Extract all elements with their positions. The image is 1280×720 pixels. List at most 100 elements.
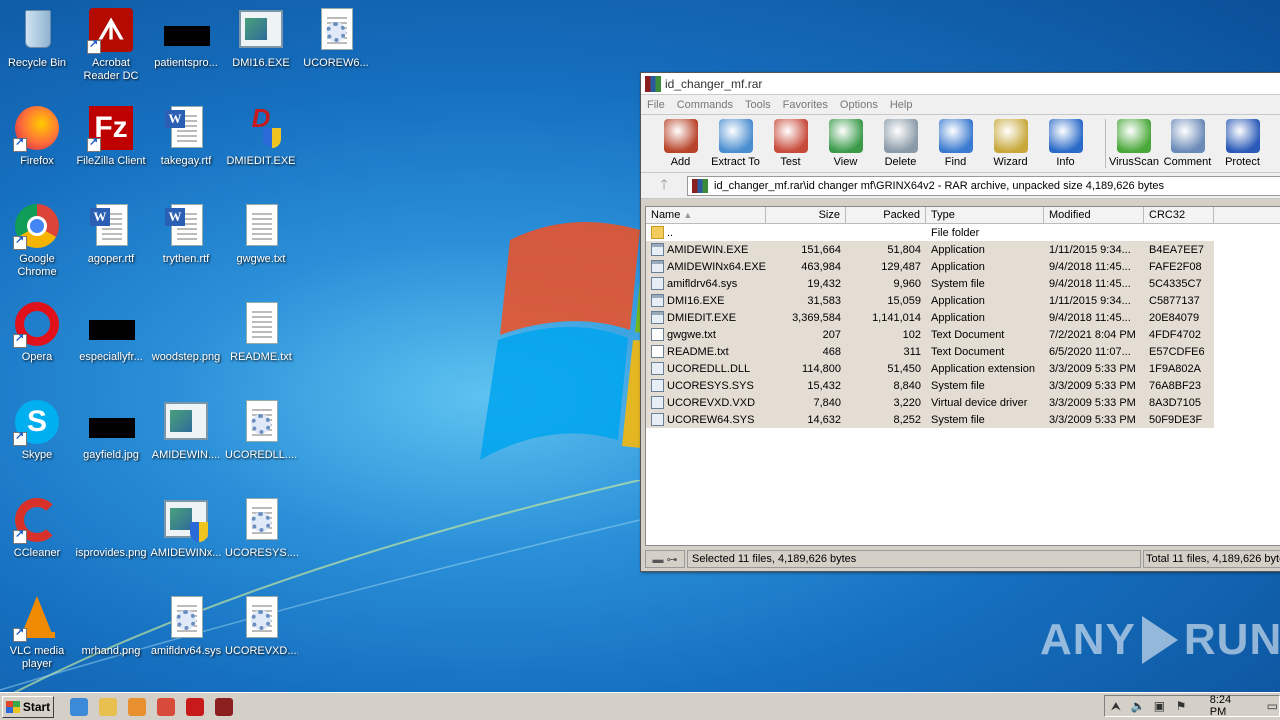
desktop-icon[interactable]: Firefox [0, 104, 74, 168]
file-row[interactable]: UCOREDLL.DLL 114,800 51,450 Application ext… [646, 360, 1214, 377]
column-header-name[interactable]: Name ▲ [646, 207, 766, 223]
desktop-icon[interactable]: Fz FileZilla Client [74, 104, 148, 168]
file-row[interactable]: UCORESYS.SYS 15,432 8,840 System file 3/3/20… [646, 377, 1214, 394]
toolbar-find-button[interactable]: Find [928, 119, 983, 168]
desktop-icon[interactable]: S Skype [0, 398, 74, 462]
desktop-icon[interactable]: gayfield.jpg [74, 398, 148, 462]
explorer-icon[interactable] [99, 697, 117, 716]
desktop-icon-label: trythen.rtf [162, 253, 210, 265]
file-row[interactable]: UCOREVXD.VXD 7,840 3,220 Virtual device dri… [646, 394, 1214, 411]
menu-file[interactable]: File [647, 99, 665, 111]
ie-icon[interactable] [70, 697, 88, 716]
desktop-icon[interactable]: Opera [0, 300, 74, 364]
toolbar-protect-button[interactable]: Protect [1215, 119, 1270, 168]
desktop-icon-label: Acrobat Reader DC [83, 57, 139, 82]
desktop-icon[interactable]: ᗑ Acrobat Reader DC [74, 6, 148, 83]
show-desktop-icon[interactable]: ▭ [1265, 699, 1279, 713]
column-header-size[interactable]: Size [766, 207, 846, 223]
desktop-icon[interactable]: Wtakegay.rtf [149, 104, 223, 168]
toolbar-comment-button[interactable]: Comment [1160, 119, 1215, 168]
media-player-icon[interactable] [128, 697, 146, 716]
cell-crc: 1F9A802A [1149, 362, 1201, 375]
cell-packed: 51,804 [887, 243, 921, 256]
file-row[interactable]: .. File folder [646, 224, 1280, 241]
file-row[interactable]: gwgwe.txt 207 102 Text Document 7/2/2021 8:0… [646, 326, 1214, 343]
file-row[interactable]: DMI16.EXE 31,583 15,059 Application 1/11/201… [646, 292, 1214, 309]
volume-icon[interactable]: 🔈 [1131, 699, 1146, 713]
vlc-icon [13, 594, 61, 642]
windows-flag-icon [5, 700, 20, 713]
column-header-modified[interactable]: Modified [1044, 207, 1144, 223]
desktop-icon[interactable]: VLC media player [0, 594, 74, 671]
desktop-icon[interactable]: Wagoper.rtf [74, 202, 148, 266]
desktop-icon[interactable]: AMIDEWINx... [149, 496, 223, 560]
column-header-type[interactable]: Type [926, 207, 1044, 223]
cell-crc: 5C4335C7 [1149, 277, 1202, 290]
desktop-icon[interactable]: gwgwe.txt [224, 202, 298, 266]
chrome-icon[interactable] [157, 697, 175, 716]
desktop-icon[interactable]: UCOREW6... [299, 6, 373, 70]
start-button[interactable]: Start [2, 695, 54, 718]
up-arrow-icon[interactable]: 🡑 [641, 174, 687, 198]
desktop-icon[interactable]: DMI16.EXE [224, 6, 298, 70]
desktop-icon[interactable]: AMIDEWIN.... [149, 398, 223, 462]
protect-shield-icon [1225, 119, 1260, 153]
network-icon[interactable]: ▣ [1153, 699, 1167, 713]
file-row[interactable]: README.txt 468 311 Text Document 6/5/2020 11… [646, 343, 1214, 360]
desktop-icon[interactable]: woodstep.png [149, 300, 223, 364]
desktop-icon[interactable]: Recycle Bin [0, 6, 74, 70]
menu-bar: File Commands Tools Favorites Options He… [641, 95, 1280, 115]
toolbar-virusscan-button[interactable]: VirusScan [1105, 119, 1160, 168]
toolbar-delete-button[interactable]: Delete [873, 119, 928, 168]
menu-tools[interactable]: Tools [745, 99, 771, 111]
file-row[interactable]: UCOREW64.SYS 14,632 8,252 System file 3/3/20… [646, 411, 1214, 428]
desktop-icon[interactable]: mrhand.png [74, 594, 148, 658]
file-row[interactable]: amifldrv64.sys 19,432 9,960 System file 9/4/… [646, 275, 1214, 292]
desktop-icon[interactable]: D DMIEDIT.EXE [224, 104, 298, 168]
desktop-icon[interactable]: patientspro... [149, 6, 223, 70]
file-row[interactable]: AMIDEWIN.EXE 151,664 51,804 Application 1/11… [646, 241, 1214, 258]
desktop-icon-label: woodstep.png [151, 351, 221, 363]
menu-options[interactable]: Options [840, 99, 878, 111]
window-titlebar[interactable]: id_changer_mf.rar [641, 73, 1280, 95]
menu-commands[interactable]: Commands [677, 99, 733, 111]
toolbar-test-button[interactable]: Test [763, 119, 818, 168]
menu-favorites[interactable]: Favorites [783, 99, 828, 111]
file-list[interactable]: Name ▲ Size Packed Type Modified CRC32 .… [645, 206, 1280, 546]
desktop-icon-label: UCORESYS.... [225, 547, 298, 559]
toolbar-view-button[interactable]: View [818, 119, 873, 168]
cell-modified: 7/2/2021 8:04 PM [1049, 328, 1136, 341]
cell-modified: 3/3/2009 5:33 PM [1049, 379, 1136, 392]
winrar-icon[interactable] [215, 697, 233, 716]
desktop-icon[interactable]: UCOREVXD.... [224, 594, 298, 658]
file-row[interactable]: AMIDEWINx64.EXE 463,984 129,487 Application… [646, 258, 1214, 275]
opera-icon[interactable] [186, 697, 204, 716]
column-header-crc32[interactable]: CRC32 [1144, 207, 1214, 223]
cell-size: 31,583 [807, 294, 841, 307]
desktop-icon[interactable]: Google Chrome [0, 202, 74, 279]
winrar-window[interactable]: id_changer_mf.rar File Commands Tools Fa… [640, 72, 1280, 572]
toolbar-wizard-button[interactable]: Wizard [983, 119, 1038, 168]
desktop-icon[interactable]: Wtrythen.rtf [149, 202, 223, 266]
toolbar-add-button[interactable]: Add [653, 119, 708, 168]
file-name: DMIEDIT.EXE [667, 311, 737, 324]
column-header-packed[interactable]: Packed [846, 207, 926, 223]
toolbar-info-button[interactable]: Info [1038, 119, 1093, 168]
clock[interactable]: 8:24 PM [1210, 694, 1250, 718]
desktop-icon[interactable]: UCORESYS.... [224, 496, 298, 560]
desktop-icon[interactable]: amifldrv64.sys [149, 594, 223, 658]
file-rows: .. File folder AMIDEWIN.EXE 151,664 51,804 Ap… [646, 224, 1280, 428]
path-field[interactable]: id_changer_mf.rar\id changer mf\GRINX64v… [687, 175, 1280, 196]
cell-packed: 129,487 [881, 260, 921, 273]
toolbar-extract-to-button[interactable]: Extract To [708, 119, 763, 168]
file-row[interactable]: DMIEDIT.EXE 3,369,584 1,141,014 Application… [646, 309, 1214, 326]
desktop-icon[interactable]: especiallyfr... [74, 300, 148, 364]
action-center-flag-icon[interactable]: ⚑ [1174, 699, 1188, 713]
desktop-icon[interactable]: UCOREDLL.... [224, 398, 298, 462]
desktop-icon[interactable]: isprovides.png [74, 496, 148, 560]
desktop-icon[interactable]: CCleaner [0, 496, 74, 560]
cell-modified: 1/11/2015 9:34... [1049, 294, 1131, 307]
show-hidden-icons-icon[interactable]: ⮝ [1109, 699, 1123, 713]
desktop-icon[interactable]: README.txt [224, 300, 298, 364]
menu-help[interactable]: Help [890, 99, 913, 111]
